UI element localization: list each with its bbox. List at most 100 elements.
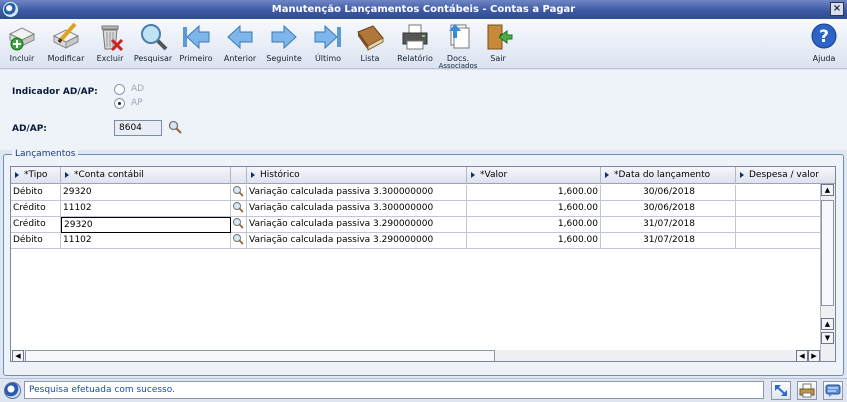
scroll-left-end-icon[interactable]: ◀	[796, 350, 808, 361]
status-app-icon	[4, 382, 21, 399]
vertical-scrollbar[interactable]: ▲ ▲ ▼	[820, 184, 835, 361]
horizontal-scroll-thumb[interactable]	[25, 350, 495, 361]
scroll-up-icon[interactable]: ▲	[821, 318, 834, 330]
cell-despesa[interactable]	[736, 201, 821, 217]
modificar-label: Modificar	[47, 54, 85, 63]
cell-valor[interactable]: 1,600.00	[467, 185, 601, 201]
cell-conta-selected[interactable]: 29320	[61, 217, 231, 233]
sair-button[interactable]: Sair	[476, 22, 520, 68]
cell-despesa[interactable]	[736, 217, 821, 233]
cell-data[interactable]: 30/06/2018	[601, 185, 736, 201]
sort-arrow-icon	[65, 171, 69, 178]
scroll-left-icon[interactable]: ◀	[12, 350, 24, 361]
cell-historico[interactable]: Variação calculada passiva 3.290000000	[247, 217, 467, 233]
grid-header: *Tipo *Conta contábil Histórico *Valor *…	[11, 167, 835, 184]
table-row[interactable]: Débito 11102 Variação calculada passiva …	[11, 233, 821, 249]
cell-tipo[interactable]: Crédito	[11, 201, 61, 217]
row-search-icon[interactable]	[231, 185, 247, 201]
close-button[interactable]: ×	[830, 2, 844, 16]
primeiro-button[interactable]: Primeiro	[174, 22, 218, 68]
col-header-lens[interactable]	[231, 167, 247, 184]
scroll-down-icon[interactable]: ▼	[821, 332, 834, 344]
ultimo-button[interactable]: Último	[306, 22, 350, 68]
row-search-icon[interactable]	[231, 201, 247, 217]
last-arrow-icon	[313, 22, 343, 52]
sort-arrow-icon	[605, 171, 609, 178]
lista-button[interactable]: Lista	[348, 22, 392, 68]
radio-ap-label: AP	[131, 98, 143, 108]
cell-valor[interactable]: 1,600.00	[467, 217, 601, 233]
resize-arrows-icon[interactable]	[771, 381, 791, 400]
app-icon	[3, 2, 18, 17]
row-search-icon[interactable]	[231, 233, 247, 249]
header-form: Indicador AD/AP: AD AP AD/AP: 8604	[0, 70, 847, 150]
radio-ad[interactable]	[114, 84, 125, 95]
scroll-right-icon[interactable]: ▶	[808, 350, 820, 361]
adap-search-icon[interactable]	[168, 120, 182, 137]
table-row[interactable]: Crédito 29320 Variação calculada passiva…	[11, 217, 821, 233]
cell-tipo[interactable]: Crédito	[11, 217, 61, 233]
next-arrow-icon	[269, 22, 299, 52]
message-balloon-icon[interactable]	[823, 381, 843, 400]
cell-historico[interactable]: Variação calculada passiva 3.290000000	[247, 233, 467, 249]
cell-tipo[interactable]: Débito	[11, 185, 61, 201]
table-row[interactable]: Débito 29320 Variação calculada passiva …	[11, 185, 821, 201]
lancamentos-grid: *Tipo *Conta contábil Histórico *Valor *…	[10, 166, 836, 362]
cell-data[interactable]: 31/07/2018	[601, 233, 736, 249]
seguinte-button[interactable]: Seguinte	[262, 22, 306, 68]
cell-valor[interactable]: 1,600.00	[467, 201, 601, 217]
modificar-button[interactable]: Modificar	[44, 22, 88, 68]
cell-despesa[interactable]	[736, 233, 821, 249]
vertical-scroll-thumb[interactable]	[821, 200, 834, 306]
col-header-data[interactable]: *Data do lançamento	[601, 167, 736, 184]
lista-label: Lista	[360, 54, 380, 63]
cell-historico[interactable]: Variação calculada passiva 3.300000000	[247, 201, 467, 217]
horizontal-scrollbar[interactable]: ◀ ◀ ▶	[12, 350, 820, 361]
seguinte-label: Seguinte	[266, 54, 302, 63]
cell-despesa[interactable]	[736, 185, 821, 201]
radio-ap[interactable]	[114, 98, 125, 109]
sort-arrow-icon	[740, 171, 744, 178]
scroll-up-top-icon[interactable]: ▲	[821, 184, 834, 196]
col-header-despesa[interactable]: Despesa / valor	[736, 167, 835, 184]
cell-conta[interactable]: 29320	[61, 185, 231, 201]
printer-icon	[400, 22, 430, 52]
sort-arrow-icon	[251, 171, 255, 178]
cell-conta[interactable]: 11102	[61, 201, 231, 217]
col-header-historico[interactable]: Histórico	[247, 167, 467, 184]
row-search-icon[interactable]	[231, 217, 247, 233]
window-title: Manutenção Lançamentos Contábeis - Conta…	[271, 4, 576, 15]
col-header-tipo[interactable]: *Tipo	[11, 167, 61, 184]
cell-data[interactable]: 31/07/2018	[601, 217, 736, 233]
cell-valor[interactable]: 1,600.00	[467, 233, 601, 249]
indicador-label: Indicador AD/AP:	[12, 87, 98, 97]
col-header-valor[interactable]: *Valor	[467, 167, 601, 184]
adap-field[interactable]: 8604	[114, 120, 162, 136]
cell-historico[interactable]: Variação calculada passiva 3.300000000	[247, 185, 467, 201]
radio-ad-label: AD	[131, 84, 145, 94]
help-icon: ?	[809, 22, 839, 52]
first-arrow-icon	[181, 22, 211, 52]
anterior-button[interactable]: Anterior	[218, 22, 262, 68]
table-row[interactable]: Crédito 11102 Variação calculada passiva…	[11, 201, 821, 217]
print-config-icon[interactable]	[797, 381, 817, 400]
incluir-button[interactable]: Incluir	[0, 22, 44, 68]
ajuda-button[interactable]: ? Ajuda	[802, 22, 846, 68]
relatorio-label: Relatório	[397, 54, 433, 63]
pesquisar-button[interactable]: Pesquisar	[131, 22, 175, 68]
col-header-conta[interactable]: *Conta contábil	[61, 167, 231, 184]
previous-arrow-icon	[225, 22, 255, 52]
add-document-icon	[7, 22, 37, 52]
edit-document-icon	[51, 22, 81, 52]
excluir-button[interactable]: Excluir	[88, 22, 132, 68]
anterior-label: Anterior	[223, 54, 257, 63]
incluir-label: Incluir	[9, 54, 35, 63]
trash-delete-icon	[95, 22, 125, 52]
docs-associados-button[interactable]: Docs. Associados	[436, 22, 480, 70]
cell-conta[interactable]: 11102	[61, 233, 231, 249]
sort-arrow-icon	[471, 171, 475, 178]
cell-tipo[interactable]: Débito	[11, 233, 61, 249]
book-list-icon	[355, 22, 385, 52]
relatorio-button[interactable]: Relatório	[393, 22, 437, 68]
cell-data[interactable]: 30/06/2018	[601, 201, 736, 217]
